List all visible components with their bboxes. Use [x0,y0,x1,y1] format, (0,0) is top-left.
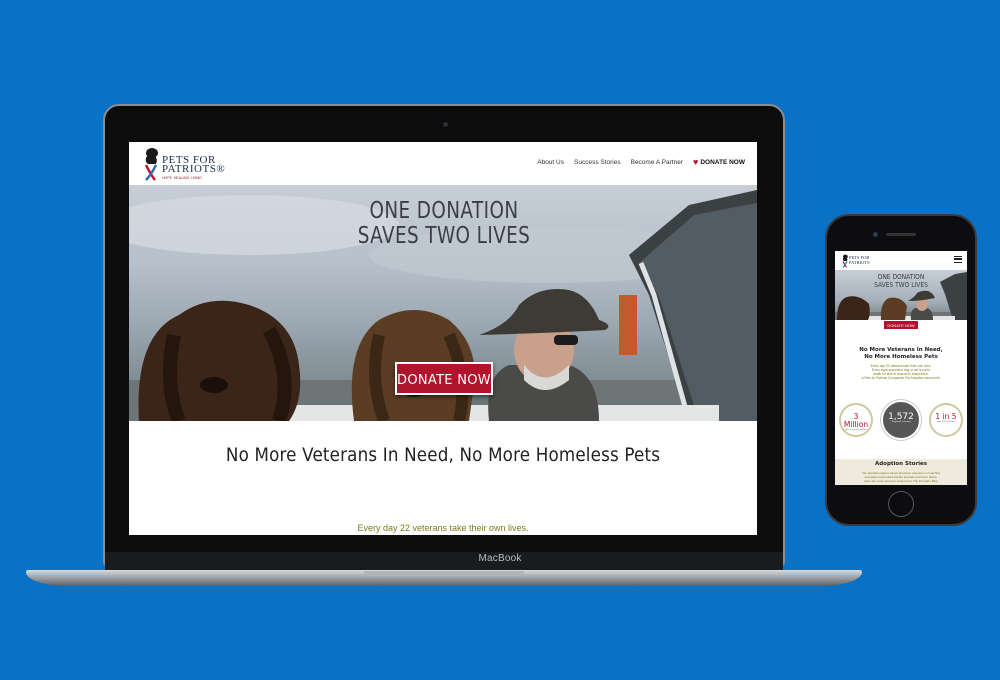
nav-about-us[interactable]: About Us [537,159,564,166]
nav-become-partner[interactable]: Become A Partner [631,159,683,166]
phone-hero-title-line1: ONE DONATION [877,273,925,281]
stat-label: pets in animal shelters [845,429,867,431]
phone-speaker [886,233,916,236]
macbook-label: MacBook [478,553,522,564]
stat-number: 3 Million [843,412,869,429]
phone-hero-photo: ONE DONATION SAVES TWO LIVES [835,270,967,320]
phone-screen: PETS FOR PATRIOTS ONE DONATION SAVES TWO… [835,251,967,485]
stat-circle-count: 1,572 Shepherd Counting [881,400,921,440]
heart-icon: ♥ [693,157,699,167]
phone-donate-button[interactable]: DONATE NOW [883,320,919,330]
stat-number: 1,572 [888,412,914,422]
stat-circle-shelter-pets: 3 Million pets in animal shelters [839,403,873,437]
hero-title-line1: ONE DONATION [369,198,519,224]
phone-header: PETS FOR PATRIOTS [835,251,967,270]
stat-circle-veterans: 1 in 5 post-9/11 veterans [929,403,963,437]
logo-line2: PATRIOTS® [162,163,226,175]
hero-title-line2: SAVES TWO LIVES [357,223,531,249]
stat-label: post-9/11 veterans [937,421,955,423]
hero-donate-button[interactable]: DONATE NOW [395,362,493,395]
adoption-stories-section: Adoption Stories Our special program sav… [835,459,967,485]
hamburger-menu-icon[interactable] [954,256,962,263]
site-header: PETS FOR PATRIOTS® HOPE. HEALING. HOME. … [129,142,757,185]
nav-donate-now[interactable]: ♥ DONATE NOW [693,157,745,167]
webcam [443,122,448,127]
phone-body-line4: A Pets for Patriots Companion Pet Adopti… [861,376,941,380]
phone-section-title-line2: No More Homeless Pets [864,354,938,360]
phone-camera [873,232,878,237]
logo-tagline: HOPE. HEALING. HOME. [162,176,203,180]
stat-number: 1 in 5 [935,412,957,421]
nav-success-stories[interactable]: Success Stories [574,159,621,166]
phone-section-title-line1: No More Veterans In Need, [859,347,943,353]
adoption-stories-title: Adoption Stories [874,461,927,467]
main-nav: About Us Success Stories Become A Partne… [537,157,745,167]
phone-home-button[interactable] [888,491,914,517]
laptop-base-notch [364,571,524,576]
dog-ribbon-logo-icon [842,254,848,268]
laptop-screen: PETS FOR PATRIOTS® HOPE. HEALING. HOME. … [129,142,757,535]
nav-donate-label: DONATE NOW [700,159,745,166]
section-title: No More Veterans In Need, No More Homele… [225,444,661,466]
dog-ribbon-logo-icon [144,148,158,181]
site-logo[interactable]: PETS FOR PATRIOTS® HOPE. HEALING. HOME. [141,147,225,181]
phone-logo-line2: PATRIOTS [849,260,870,265]
adoption-line3: Here are some success stories from The P… [864,479,938,483]
section-subtitle: Every day 22 veterans take their own liv… [357,523,529,533]
phone-hero-title-line2: SAVES TWO LIVES [874,281,928,289]
